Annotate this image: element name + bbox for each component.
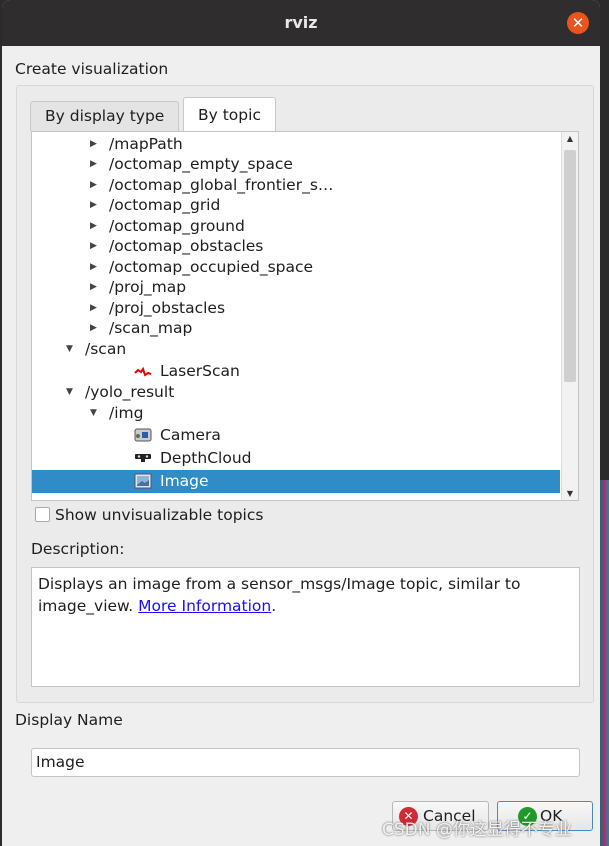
collapsed-arrow-icon[interactable]: ▶ (90, 298, 97, 319)
watermark: CSDN @你这显得不专业 (382, 820, 572, 840)
tree-item-label: /img (109, 404, 144, 422)
tree-item[interactable]: Image (32, 470, 560, 493)
tree-item-label: LaserScan (160, 362, 240, 380)
tree-item[interactable]: ▼ /img (32, 403, 560, 424)
tree-item-label: /octomap_grid (109, 196, 221, 214)
tree-item-label: /mapPath (109, 135, 183, 153)
tree-item-label: /proj_map (109, 278, 187, 296)
tree-item-label: /proj_obstacles (109, 299, 226, 317)
tree-item[interactable]: ▶ /octomap_ground (32, 216, 560, 237)
tree-item-label: /octomap_occupied_space (109, 258, 314, 276)
heading: Create visualization (15, 60, 169, 78)
collapsed-arrow-icon[interactable]: ▶ (90, 318, 97, 339)
tree-item-label: /scan (85, 340, 127, 358)
description-label: Description: (31, 540, 125, 558)
tree-item-label: /octomap_global_frontier_s… (109, 176, 334, 194)
collapsed-arrow-icon[interactable]: ▶ (90, 195, 97, 216)
scrollbar-thumb[interactable] (564, 150, 576, 382)
tree-item[interactable]: ▶ /octomap_grid (32, 195, 560, 216)
tree-item[interactable]: ▶ /mapPath (32, 134, 560, 155)
display-name-input[interactable]: Image (31, 748, 580, 777)
window-title: rviz (284, 13, 318, 32)
depthcloud-icon (134, 450, 152, 466)
tree-item-label: Image (160, 472, 209, 490)
tree-item[interactable]: ▶ /octomap_empty_space (32, 154, 560, 175)
title-bar: rviz ✕ (2, 0, 600, 46)
tree-item[interactable]: ▶ /octomap_obstacles (32, 236, 560, 257)
tree-item-label: Camera (160, 426, 221, 444)
image-icon (134, 473, 152, 489)
collapsed-arrow-icon[interactable]: ▶ (90, 236, 97, 257)
tree-item[interactable]: Camera (32, 424, 560, 447)
tree-item-label: DepthCloud (160, 449, 252, 467)
description-text: Displays an image from a sensor_msgs/Ima… (38, 575, 521, 615)
tree-item-label: /scan_map (109, 319, 193, 337)
collapsed-arrow-icon[interactable]: ▶ (90, 216, 97, 237)
create-visualization-dialog: rviz ✕ Create visualization By display t… (2, 0, 600, 846)
tree-scrollbar[interactable]: ▲ ▼ (561, 132, 578, 500)
expanded-arrow-icon[interactable]: ▼ (90, 403, 97, 424)
camera-icon (134, 427, 152, 443)
collapsed-arrow-icon[interactable]: ▶ (90, 257, 97, 278)
tree-item-label: /octomap_ground (109, 217, 245, 235)
topic-tree[interactable]: ▲ ▼ ▶ /mapPath ▶ /octomap_empty_space ▶ /octo… (31, 131, 579, 501)
tree-item[interactable]: ▶ /scan_map (32, 318, 560, 339)
tab-by-topic[interactable]: By topic (183, 97, 276, 131)
tree-item-label: /octomap_obstacles (109, 237, 264, 255)
collapsed-arrow-icon[interactable]: ▶ (90, 175, 97, 196)
more-information-link[interactable]: More Information (138, 597, 271, 615)
scroll-up-icon[interactable]: ▲ (562, 134, 578, 143)
tree-item[interactable]: DepthCloud (32, 447, 560, 470)
tree-item[interactable]: ▶ /octomap_global_frontier_s… (32, 175, 560, 196)
description-end: . (271, 597, 277, 615)
tree-item[interactable]: ▼ /scan (32, 339, 560, 360)
laserscan-icon (134, 364, 152, 380)
scroll-down-icon[interactable]: ▼ (562, 489, 578, 498)
close-icon[interactable]: ✕ (567, 12, 589, 34)
display-name-label: Display Name (15, 711, 123, 729)
tree-item-label: /yolo_result (85, 383, 175, 401)
tab-by-display-type[interactable]: By display type (30, 101, 180, 131)
expanded-arrow-icon[interactable]: ▼ (66, 339, 73, 360)
show-unvisualizable-checkbox[interactable] (35, 507, 50, 522)
tree-item[interactable]: ▶ /proj_map (32, 277, 560, 298)
tree-item[interactable]: ▶ /proj_obstacles (32, 298, 560, 319)
tree-item[interactable]: ▶ /octomap_occupied_space (32, 257, 560, 278)
tree-item-label: /octomap_empty_space (109, 155, 293, 173)
collapsed-arrow-icon[interactable]: ▶ (90, 134, 97, 155)
collapsed-arrow-icon[interactable]: ▶ (90, 277, 97, 298)
tree-item[interactable]: ▼ /yolo_result (32, 382, 560, 403)
tree-item[interactable]: LaserScan (32, 361, 560, 382)
collapsed-arrow-icon[interactable]: ▶ (90, 154, 97, 175)
expanded-arrow-icon[interactable]: ▼ (66, 382, 73, 403)
show-unvisualizable-label: Show unvisualizable topics (55, 506, 264, 524)
background-edge (600, 480, 609, 846)
description-box: Displays an image from a sensor_msgs/Ima… (31, 567, 580, 687)
